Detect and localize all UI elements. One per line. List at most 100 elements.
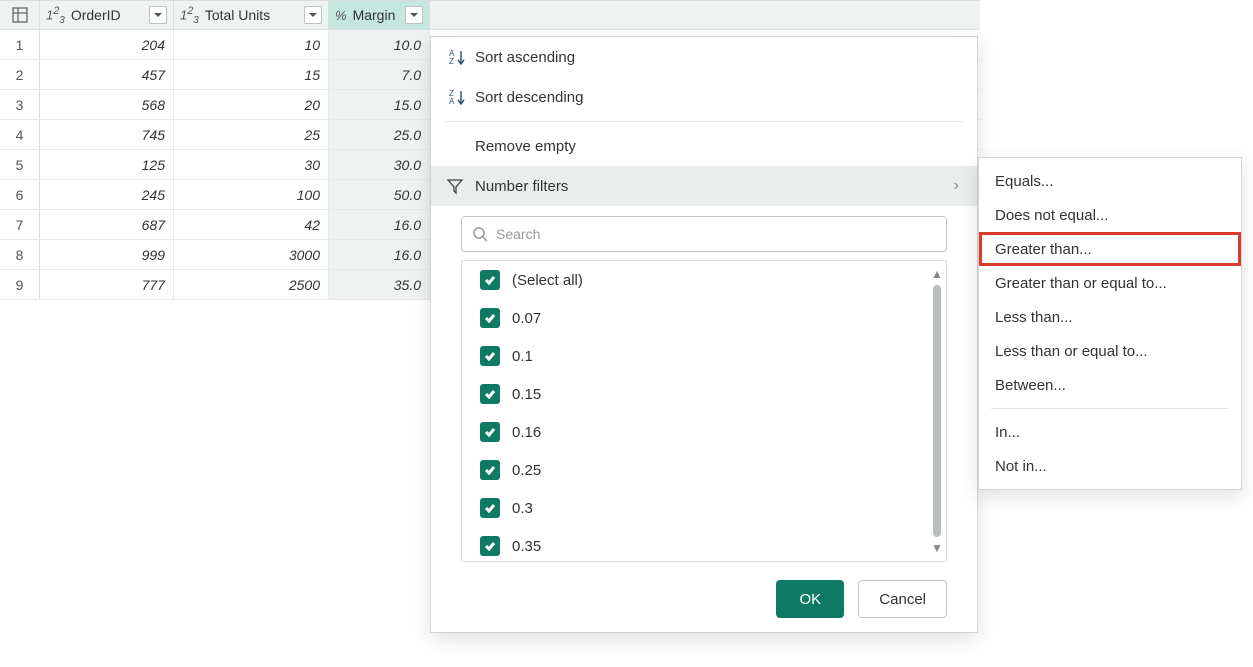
search-icon bbox=[472, 226, 488, 242]
filter-less-or-equal[interactable]: Less than or equal to... bbox=[979, 334, 1241, 368]
filter-greater-or-equal[interactable]: Greater than or equal to... bbox=[979, 266, 1241, 300]
sort-descending-icon: ZA bbox=[449, 88, 475, 106]
cell-margin[interactable]: 25.0 bbox=[329, 120, 430, 149]
cell-total-units[interactable]: 3000 bbox=[174, 240, 329, 269]
cell-margin[interactable]: 50.0 bbox=[329, 180, 430, 209]
filter-not-in[interactable]: Not in... bbox=[979, 449, 1241, 483]
filter-does-not-equal[interactable]: Does not equal... bbox=[979, 198, 1241, 232]
filter-values-list: (Select all) 0.07 0.1 0.15 0.160.25 0.3 0.35 ▲… bbox=[461, 260, 947, 562]
sort-ascending-item[interactable]: AZ Sort ascending bbox=[431, 37, 977, 77]
cell-margin[interactable]: 35.0 bbox=[329, 270, 430, 299]
filter-value-item[interactable]: 0.25 bbox=[462, 451, 928, 489]
sort-descending-item[interactable]: ZA Sort descending bbox=[431, 77, 977, 117]
filter-value-item[interactable]: (Select all) bbox=[462, 261, 928, 299]
cell-orderid[interactable]: 204 bbox=[40, 30, 174, 59]
filter-equals[interactable]: Equals... bbox=[979, 164, 1241, 198]
filter-value-item[interactable]: 0.07 bbox=[462, 299, 928, 337]
column-label: Total Units bbox=[205, 7, 304, 23]
filter-greater-than[interactable]: Greater than... bbox=[979, 232, 1241, 266]
ok-button[interactable]: OK bbox=[776, 580, 844, 618]
filter-value-label: 0.35 bbox=[512, 538, 541, 555]
filter-icon bbox=[435, 177, 475, 195]
button-row: OK Cancel bbox=[431, 562, 977, 618]
cancel-button[interactable]: Cancel bbox=[858, 580, 947, 618]
submenu-separator bbox=[991, 408, 1229, 409]
cell-total-units[interactable]: 15 bbox=[174, 60, 329, 89]
row-number: 5 bbox=[0, 150, 40, 179]
row-number: 2 bbox=[0, 60, 40, 89]
menu-label: Remove empty bbox=[475, 138, 959, 155]
grid-header-row: 123 OrderID 123 Total Units % Margin bbox=[0, 0, 980, 30]
filter-value-item[interactable]: 0.1 bbox=[462, 337, 928, 375]
scroll-down-arrow[interactable]: ▼ bbox=[931, 541, 943, 555]
checkbox-icon[interactable] bbox=[480, 308, 500, 328]
scroll-up-arrow[interactable]: ▲ bbox=[931, 267, 943, 281]
cell-orderid[interactable]: 568 bbox=[40, 90, 174, 119]
row-number: 8 bbox=[0, 240, 40, 269]
number-filters-submenu: Equals... Does not equal... Greater than… bbox=[978, 157, 1242, 490]
cell-margin[interactable]: 16.0 bbox=[329, 210, 430, 239]
cell-orderid[interactable]: 687 bbox=[40, 210, 174, 239]
number-type-icon: 123 bbox=[46, 5, 65, 26]
remove-empty-item[interactable]: Remove empty bbox=[431, 126, 977, 166]
filter-value-label: 0.1 bbox=[512, 348, 533, 365]
menu-separator bbox=[445, 121, 963, 122]
search-input[interactable]: Search bbox=[461, 216, 947, 252]
cell-total-units[interactable]: 2500 bbox=[174, 270, 329, 299]
scroll-thumb[interactable] bbox=[933, 285, 941, 537]
filter-value-label: 0.3 bbox=[512, 500, 533, 517]
cell-orderid[interactable]: 999 bbox=[40, 240, 174, 269]
cell-margin[interactable]: 15.0 bbox=[329, 90, 430, 119]
cell-orderid[interactable]: 745 bbox=[40, 120, 174, 149]
row-number: 3 bbox=[0, 90, 40, 119]
filter-value-item[interactable]: 0.15 bbox=[462, 375, 928, 413]
cell-total-units[interactable]: 10 bbox=[174, 30, 329, 59]
filter-value-item[interactable]: 0.3 bbox=[462, 489, 928, 527]
checkbox-icon[interactable] bbox=[480, 270, 500, 290]
scrollbar[interactable]: ▲ ▼ bbox=[930, 267, 944, 555]
column-header-orderid[interactable]: 123 OrderID bbox=[40, 1, 174, 29]
svg-text:A: A bbox=[449, 97, 455, 106]
cell-orderid[interactable]: 457 bbox=[40, 60, 174, 89]
checkbox-icon[interactable] bbox=[480, 384, 500, 404]
cell-total-units[interactable]: 25 bbox=[174, 120, 329, 149]
cell-total-units[interactable]: 100 bbox=[174, 180, 329, 209]
number-filters-item[interactable]: Number filters › bbox=[431, 166, 977, 206]
cell-orderid[interactable]: 245 bbox=[40, 180, 174, 209]
column-header-total-units[interactable]: 123 Total Units bbox=[174, 1, 329, 29]
checkbox-icon[interactable] bbox=[480, 536, 500, 556]
checkbox-icon[interactable] bbox=[480, 346, 500, 366]
filter-between[interactable]: Between... bbox=[979, 368, 1241, 402]
row-number: 9 bbox=[0, 270, 40, 299]
table-icon bbox=[12, 7, 28, 23]
cell-orderid[interactable]: 125 bbox=[40, 150, 174, 179]
cell-margin[interactable]: 30.0 bbox=[329, 150, 430, 179]
filter-less-than[interactable]: Less than... bbox=[979, 300, 1241, 334]
checkbox-icon[interactable] bbox=[480, 422, 500, 442]
cell-total-units[interactable]: 42 bbox=[174, 210, 329, 239]
chevron-right-icon: › bbox=[954, 177, 959, 195]
column-dropdown-button[interactable] bbox=[149, 6, 167, 24]
cell-total-units[interactable]: 20 bbox=[174, 90, 329, 119]
filter-value-label: (Select all) bbox=[512, 272, 583, 289]
filter-value-item[interactable]: 0.35 bbox=[462, 527, 928, 561]
cell-orderid[interactable]: 777 bbox=[40, 270, 174, 299]
cell-total-units[interactable]: 30 bbox=[174, 150, 329, 179]
row-number: 6 bbox=[0, 180, 40, 209]
menu-label: Sort ascending bbox=[475, 49, 959, 66]
menu-label: Number filters bbox=[475, 178, 954, 195]
filter-value-label: 0.15 bbox=[512, 386, 541, 403]
cell-margin[interactable]: 16.0 bbox=[329, 240, 430, 269]
cell-margin[interactable]: 10.0 bbox=[329, 30, 430, 59]
checkbox-icon[interactable] bbox=[480, 498, 500, 518]
menu-label: Sort descending bbox=[475, 89, 959, 106]
row-number: 4 bbox=[0, 120, 40, 149]
column-header-margin[interactable]: % Margin bbox=[329, 1, 430, 29]
column-dropdown-button[interactable] bbox=[304, 6, 322, 24]
column-dropdown-button[interactable] bbox=[405, 6, 423, 24]
checkbox-icon[interactable] bbox=[480, 460, 500, 480]
cell-margin[interactable]: 7.0 bbox=[329, 60, 430, 89]
filter-value-item[interactable]: 0.16 bbox=[462, 413, 928, 451]
filter-in[interactable]: In... bbox=[979, 415, 1241, 449]
row-number: 1 bbox=[0, 30, 40, 59]
